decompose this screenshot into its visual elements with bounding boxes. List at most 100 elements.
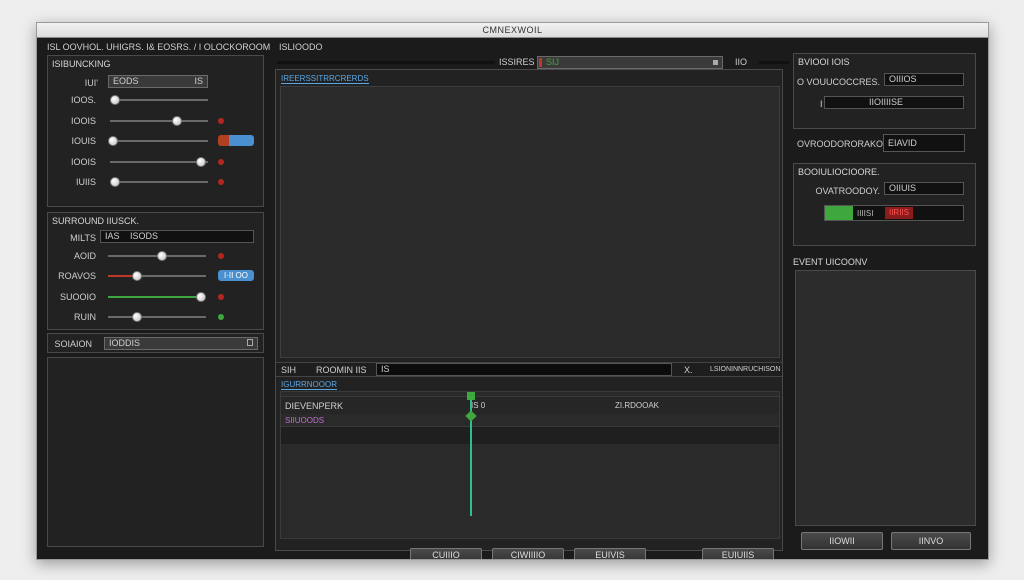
name-field[interactable]: EODS IS [108,75,208,88]
right-button-2[interactable]: IINVO [891,532,971,550]
field1-label: O VOUUCOCCRES. [796,77,880,87]
field1-input[interactable]: OIIIOS [884,73,964,86]
timeline-area[interactable]: DIEVENPERK IS 0 ZI.RDOOAK SIIUOODS [280,391,780,539]
field2-value: IIOIIIISE [869,97,904,107]
source-row: SOIAION IODDIS [47,333,264,353]
field-prefix: IS [381,364,390,374]
tab-timeline[interactable]: IGURRNOOOR [281,380,337,390]
name-label: IUI' [84,78,98,88]
name-value: EODS [113,76,139,86]
zoom-label: ROOMIN IIS [316,365,367,375]
slider-knob[interactable] [109,95,120,105]
select-icon [247,339,253,346]
preview-canvas[interactable] [280,86,780,358]
status-dot [218,293,224,300]
marker-label: IS 0 [471,401,486,410]
status-dot [218,117,224,124]
slider-track[interactable] [108,295,206,298]
bottom-button[interactable]: CIWIIIIO [492,548,564,559]
timeline-row[interactable] [281,426,779,444]
x-label: X. [684,365,693,375]
field-prefix: IAS [105,231,120,241]
slider-knob[interactable] [171,115,182,126]
status-dot [218,158,224,165]
status-badge: SIJ [546,57,560,67]
slider-track[interactable] [108,275,206,278]
toolbar-right-text: LSIONINNRUCHISON [710,366,781,373]
field1-input[interactable]: OIIUIS [884,182,964,195]
tab-preview[interactable]: IREERSSITRRCRERDS [281,74,369,84]
right-row-field[interactable]: EIAVID [883,134,965,152]
slider-knob[interactable] [156,251,167,261]
slider-track[interactable] [110,99,208,101]
slider-knob[interactable] [196,291,207,302]
slider-track[interactable] [108,315,206,318]
source-select[interactable]: IODDIS [104,337,258,350]
field2-prefix: I [820,99,823,109]
slider-track[interactable] [110,181,208,183]
status-dot [218,179,224,185]
top-right-text: IIO [735,57,748,67]
meter-bar[interactable]: IIIISI IIRIIS [824,205,964,221]
name-suffix: IS [194,76,203,86]
right-panel-events[interactable] [795,270,976,526]
slider-label: IOOIS [70,115,96,126]
status-label: ISSIRES [499,57,535,67]
source-value: IODDIS [109,338,141,348]
window-title: CMNEXWOIL [37,23,988,38]
slider-track[interactable] [110,160,208,163]
field2-input[interactable]: IIOIIIISE [824,96,964,109]
field1-label: OVATROODOY. [815,186,880,196]
panel-title: BVIOOI IOIS [798,57,850,67]
left-empty-panel [47,357,264,547]
dropdown-icon [713,60,718,65]
meter-green-label: IIIISI [857,209,874,218]
top-divider [277,61,495,64]
status-dot [218,313,224,320]
surround-field[interactable]: IAS ISODS [100,230,254,243]
toolbar-label: SIH [281,365,297,375]
right-panel-info: BVIOOI IOIS O VOUUCOCCRES. OIIIOS I IIOI… [793,53,976,129]
slider-track[interactable] [110,140,208,142]
field-value: ISODS [130,231,159,241]
playhead-handle[interactable] [467,392,475,400]
slider-knob[interactable] [107,136,118,146]
top-right-divider [759,61,789,64]
slider-knob[interactable] [132,271,143,282]
status-dot [218,253,224,259]
panel-title: SURROUND IIUSCK. [52,216,140,226]
right-button-1[interactable]: IIOWII [801,532,883,550]
panel-title: ISIBUNCKING [52,59,111,69]
slider-knob[interactable] [196,156,207,167]
panel-title: BOOIULIOCIOORE. [798,167,880,177]
toggle-chip[interactable] [218,135,254,146]
slider-knob[interactable] [109,177,120,187]
slider-label: RUIN [74,311,96,322]
slider-label: AOID [73,251,96,261]
bottom-button[interactable]: EUIVIS [574,548,646,559]
status-bar[interactable]: SIJ [537,56,723,69]
right-row-label: OVROODORORAKO [797,139,884,149]
slider-label: IOUIS [71,136,96,146]
meter-green-fill [825,206,853,220]
left-panel-adjustments: ISIBUNCKING IUI' EODS IS IOOS. IOOIS IOUIS… [47,55,264,207]
menubar-text[interactable]: ISL OOVHOL. UHIGRS. I& EOSRS. / I OLOCKO… [47,42,270,52]
bottom-button[interactable]: CUIIIO [410,548,482,559]
timeline-row[interactable]: DIEVENPERK IS 0 ZI.RDOOAK [281,396,779,414]
app-window: CMNEXWOIL ISL OOVHOL. UHIGRS. I& EOSRS. … [36,22,989,560]
status-red-indicator [539,58,542,67]
slider-track[interactable] [110,119,208,122]
menubar-right-text[interactable]: ISLIOODO [279,42,323,52]
right-panel-output: BOOIULIOCIOORE. OVATROODOY. OIIUIS IIIIS… [793,163,976,246]
meter-red-label: IIRIIS [885,207,913,219]
bottom-button[interactable]: EUIUIIS [702,548,774,559]
slider-label: SUOOIO [59,291,96,302]
track-right-label: ZI.RDOOAK [615,401,660,410]
value-chip[interactable]: I·II OO [218,270,254,282]
timeline-search-field[interactable]: IS [376,363,672,376]
slider-knob[interactable] [132,311,143,322]
field-label: MILTS [70,233,96,243]
slider-label: IOOIS [70,156,96,167]
panel-title: EVENT UICOONV [793,257,868,267]
slider-label: IUIIS [75,177,96,187]
